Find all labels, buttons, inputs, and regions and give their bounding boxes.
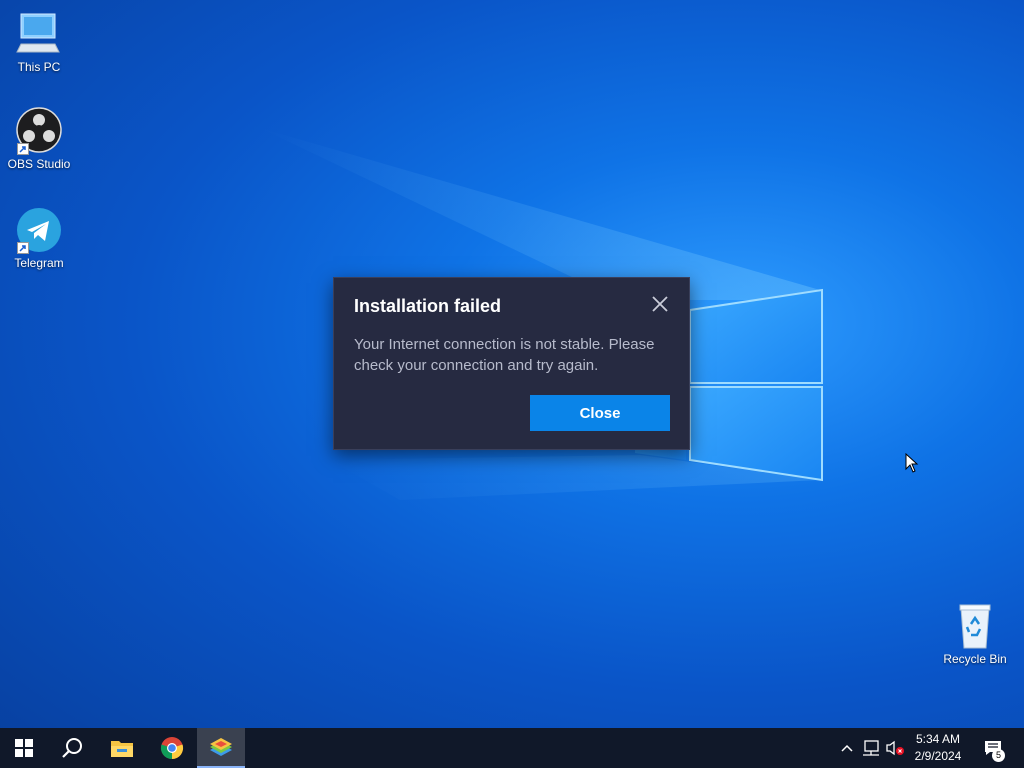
tray-network[interactable] <box>860 728 882 768</box>
clock-time: 5:34 AM <box>915 732 961 746</box>
desktop-icon-recycle-bin[interactable]: Recycle Bin <box>937 602 1013 666</box>
telegram-icon <box>15 206 63 254</box>
taskbar-bluestacks[interactable] <box>197 728 245 768</box>
chevron-up-icon <box>841 744 853 752</box>
windows-start-icon <box>15 739 33 757</box>
action-center-button[interactable] <box>978 728 1008 768</box>
desktop-icon-telegram[interactable]: Telegram <box>1 206 77 270</box>
desktop-icon-obs-studio[interactable]: OBS Studio <box>1 107 77 171</box>
notification-count-badge: 5 <box>992 749 1005 762</box>
taskbar: 5:34 AM 2/9/2024 <box>0 728 1024 768</box>
desktop-icon-label: Recycle Bin <box>943 652 1007 666</box>
tray-clock[interactable]: 5:34 AM 2/9/2024 <box>906 731 970 765</box>
tray-volume[interactable] <box>884 728 906 768</box>
close-icon[interactable] <box>650 294 670 314</box>
close-button[interactable]: Close <box>530 395 670 431</box>
taskbar-chrome[interactable] <box>148 728 196 768</box>
recycle-bin-icon <box>951 602 999 650</box>
bluestacks-icon <box>210 738 232 756</box>
taskbar-file-explorer[interactable] <box>98 728 146 768</box>
obs-studio-icon <box>15 107 63 155</box>
clock-date: 2/9/2024 <box>914 749 962 763</box>
search-icon <box>62 738 82 758</box>
installation-failed-dialog: Installation failed Your Internet connec… <box>333 277 690 450</box>
search-button[interactable] <box>48 728 96 768</box>
dialog-title: Installation failed <box>354 296 502 316</box>
shortcut-arrow-icon <box>17 143 29 155</box>
mouse-cursor-icon <box>905 453 919 473</box>
start-button[interactable] <box>0 728 48 768</box>
desktop-icon-label: This PC <box>17 60 61 74</box>
this-pc-icon <box>15 10 63 58</box>
chrome-icon <box>160 737 184 760</box>
desktop-icon-this-pc[interactable]: This PC <box>1 10 77 74</box>
desktop-icon-label: Telegram <box>14 256 64 270</box>
desktop-icon-label: OBS Studio <box>7 157 71 171</box>
folder-icon <box>111 741 133 757</box>
tray-show-hidden-icons[interactable] <box>838 728 856 768</box>
volume-muted-icon <box>886 740 904 756</box>
network-icon <box>863 740 879 756</box>
shortcut-arrow-icon <box>17 242 29 254</box>
dialog-message: Your Internet connection is not stable. … <box>354 336 655 374</box>
